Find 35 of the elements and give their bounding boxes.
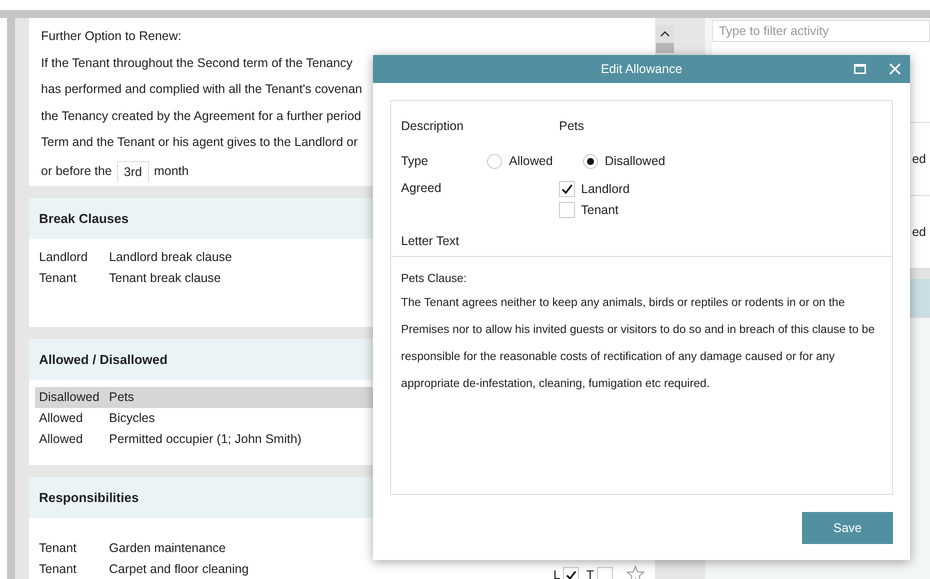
clause-text: If the Tenant throughout the Second term of the Tenancy [41,54,353,72]
save-button[interactable]: Save [802,512,893,544]
clause-text: or before the [41,164,112,178]
filter-field[interactable]: Type to filter activity [712,20,930,42]
tenant-checkbox[interactable] [597,566,613,579]
checkmark-icon [565,568,578,579]
clause-text: the Tenancy created by the Agreement for a further period [41,108,362,125]
section-title: Responsibilities [39,490,139,505]
landlord-checkbox[interactable] [563,566,580,579]
clause-text: has performed and complied with all the Tenant's covenan [41,81,362,98]
clause-text: Term and the Tenant or his agent gives to the Landlord or [41,134,358,151]
chevron-up-icon [660,31,670,37]
clause-text: month [154,164,189,178]
field-label: Type [401,154,430,168]
type-radio[interactable]: Allowed [487,154,553,168]
type-radio[interactable]: Disallowed [582,154,666,168]
section-title: Allowed / Disallowed [39,352,168,367]
agreed-checkbox[interactable]: Landlord [559,181,630,197]
checkmark-icon [560,182,574,196]
description-value: Pets [559,119,584,133]
field-label: Letter Text [401,233,460,250]
field-label: Description [401,119,465,133]
star-icon[interactable] [626,565,645,579]
close-icon[interactable] [889,63,901,75]
letter-heading: Pets Clause: [401,271,467,287]
scrollbar-thumb[interactable] [656,43,674,53]
list-row[interactable]: Tenant Carpet and floor cleaning L T [35,558,655,579]
clause-text: Further Option to Renew: [41,28,182,45]
section-title: Break Clauses [39,211,129,226]
field-label: Agreed [401,181,442,197]
dialog-title: Edit Allowance [600,62,682,76]
month-field[interactable]: 3rd [116,160,149,182]
agreed-checkbox[interactable]: Tenant [559,202,630,218]
maximize-icon[interactable] [854,64,866,74]
scroll-up-button[interactable] [656,25,674,43]
